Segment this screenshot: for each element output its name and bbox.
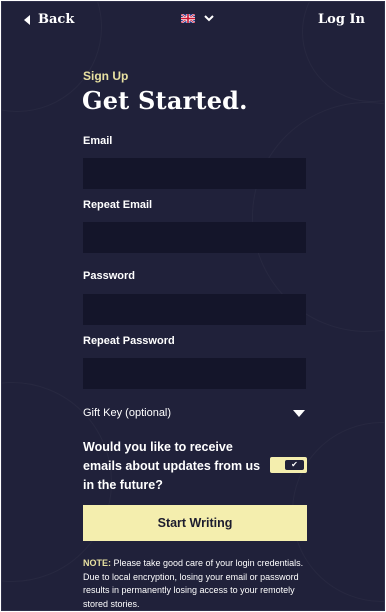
page-title: Get Started. [82, 86, 248, 115]
repeat-email-field[interactable] [83, 222, 306, 253]
chevron-down-icon [204, 15, 214, 22]
email-label: Email [83, 135, 113, 147]
repeat-password-field[interactable] [83, 358, 306, 389]
caret-down-icon [293, 409, 305, 417]
password-field[interactable] [83, 294, 306, 325]
note-prefix: NOTE: [83, 558, 111, 568]
back-label: Back [38, 12, 75, 27]
gift-key-label: Gift Key (optional) [83, 407, 172, 419]
start-writing-button[interactable]: Start Writing [83, 505, 307, 541]
note-text: Please take good care of your login cred… [83, 558, 304, 609]
password-label: Password [83, 270, 135, 282]
repeat-email-label: Repeat Email [83, 199, 153, 211]
newsletter-optin-text: Would you like to receive emails about u… [83, 440, 261, 492]
checkmark-icon: ✔ [285, 460, 304, 470]
signup-screen: Back Log In Sign Up Get Started. Email R… [1, 1, 385, 611]
email-field[interactable] [83, 158, 306, 189]
back-arrow-icon [24, 14, 30, 25]
newsletter-optin-toggle[interactable]: ✔ [270, 457, 307, 473]
signup-eyebrow: Sign Up [83, 69, 129, 83]
uk-flag-icon [181, 14, 195, 23]
top-bar: Back Log In [2, 2, 384, 40]
back-button[interactable]: Back [24, 12, 74, 27]
gift-key-toggle[interactable]: Gift Key (optional) [83, 404, 306, 422]
login-link[interactable]: Log In [318, 12, 365, 27]
repeat-password-label: Repeat Password [83, 335, 175, 347]
language-selector[interactable] [181, 14, 214, 23]
credentials-note: NOTE: Please take good care of your logi… [83, 557, 315, 610]
